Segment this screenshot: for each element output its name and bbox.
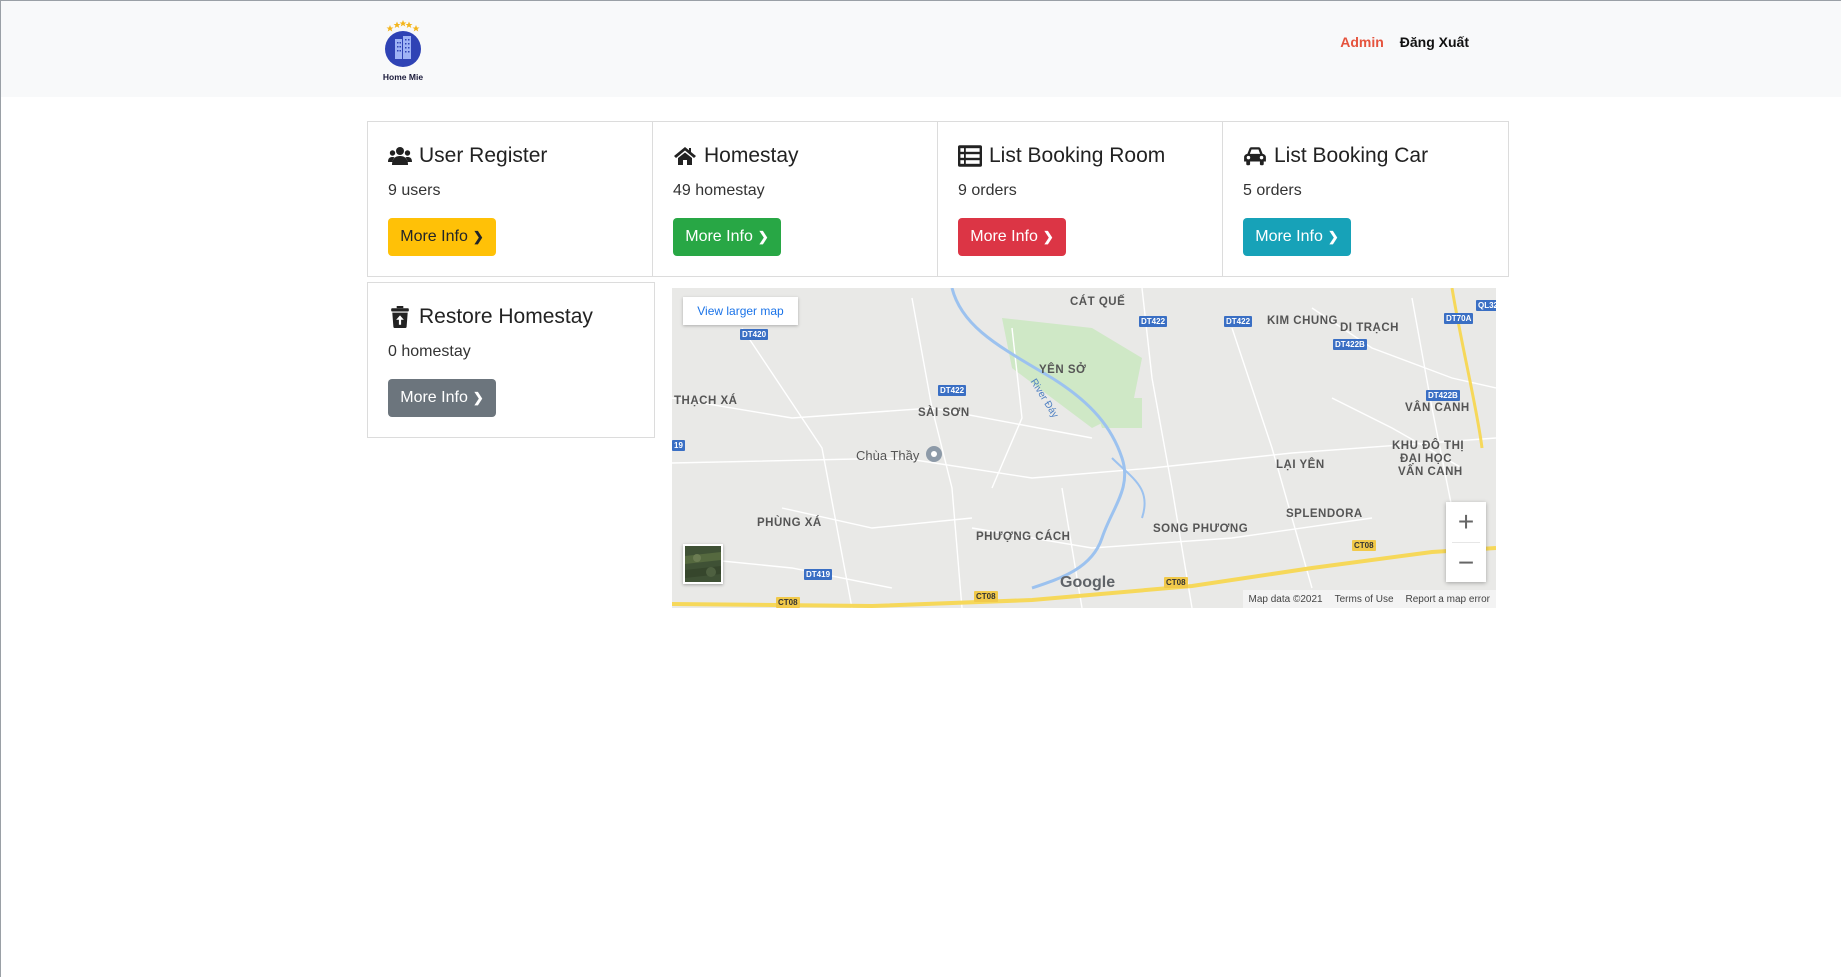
road-shield: DT422 [1224, 316, 1253, 327]
road-shield: CT08 [776, 597, 800, 608]
zoom-in-button[interactable]: + [1446, 502, 1486, 542]
map-place-label: PHÙNG XÁ [757, 517, 822, 529]
nav-admin-link[interactable]: Admin [1340, 34, 1384, 50]
view-larger-map-link[interactable]: View larger map [683, 297, 798, 325]
card-restore-homestay: Restore Homestay 0 homestay More Info ❯ [367, 282, 655, 438]
card-title-text: User Register [419, 144, 548, 167]
road-shield: 19 [672, 440, 685, 451]
terms-of-use-link[interactable]: Terms of Use [1335, 594, 1394, 605]
map-place-label: VÂN CANH [1398, 466, 1463, 478]
map-place-label: ĐẠI HỌC [1400, 453, 1453, 465]
chevron-right-icon: ❯ [757, 229, 769, 244]
card-title-text: Restore Homestay [419, 305, 593, 328]
map-place-label: VÂN CANH [1405, 402, 1470, 414]
logo-text: Home Mie [382, 72, 424, 82]
button-label: More Info [970, 228, 1038, 245]
card-title-text: List Booking Room [989, 144, 1166, 167]
road-shield: DT419 [804, 569, 833, 580]
zoom-controls: + − [1446, 502, 1486, 582]
users-icon [388, 147, 412, 165]
card-title: List Booking Room [958, 144, 1165, 168]
chevron-right-icon: ❯ [1042, 229, 1054, 244]
map-footer: Map data ©2021 Terms of Use Report a map… [1242, 590, 1496, 608]
more-info-button[interactable]: More Info ❯ [388, 379, 496, 417]
card-list-booking-car: List Booking Car 5 orders More Info ❯ [1222, 121, 1509, 277]
road-shield: DT422B [1333, 339, 1367, 350]
map-place-label: KIM CHUNG [1267, 315, 1338, 327]
map-place-label: CÁT QUẾ [1070, 296, 1126, 308]
home-mie-logo[interactable]: Home Mie [378, 15, 428, 85]
card-user-register: User Register 9 users More Info ❯ [367, 121, 653, 277]
chevron-right-icon: ❯ [1327, 229, 1339, 244]
nav-logout-link[interactable]: Đăng Xuất [1400, 34, 1469, 50]
card-count: 5 orders [1243, 182, 1302, 199]
card-list-booking-room: List Booking Room 9 orders More Info ❯ [937, 121, 1223, 277]
card-title: User Register [388, 144, 547, 168]
card-count: 0 homestay [388, 343, 471, 360]
road-shield: CT08 [1164, 577, 1188, 588]
card-title: Restore Homestay [388, 305, 593, 329]
home-icon [674, 147, 696, 165]
map-place-label: SÀI SƠN [918, 407, 970, 419]
car-icon [1244, 147, 1266, 166]
button-label: More Info [400, 228, 468, 245]
report-map-error-link[interactable]: Report a map error [1406, 594, 1490, 605]
map-place-label: Chùa Thầy [856, 448, 920, 463]
road-shield: CT08 [974, 591, 998, 602]
card-title: Homestay [673, 144, 799, 168]
satellite-toggle-button[interactable] [683, 544, 723, 584]
window-left-border [0, 0, 1, 977]
map-place-label: KHU ĐÔ THỊ [1392, 440, 1465, 452]
list-icon [958, 145, 982, 167]
card-count: 9 orders [958, 182, 1017, 199]
more-info-button[interactable]: More Info ❯ [958, 218, 1066, 256]
road-shield: DT420 [740, 329, 769, 340]
card-title: List Booking Car [1243, 144, 1428, 168]
navbar: Home Mie Admin Đăng Xuất [1, 1, 1841, 97]
map-place-label: THẠCH XÁ [674, 395, 738, 407]
trash-restore-icon [391, 306, 409, 328]
map-background [672, 288, 1496, 608]
map-place-label: YÊN SỞ [1039, 364, 1087, 376]
card-count: 9 users [388, 182, 441, 199]
satellite-thumbnail-icon [685, 546, 721, 582]
button-label: More Info [1255, 228, 1323, 245]
google-logo-text: Google [1060, 574, 1116, 591]
card-count: 49 homestay [673, 182, 765, 199]
nav-links: Admin Đăng Xuất [1340, 34, 1469, 50]
more-info-button[interactable]: More Info ❯ [673, 218, 781, 256]
map-place-label: SONG PHƯƠNG [1153, 523, 1249, 535]
map-place-label: SPLENDORA [1286, 508, 1363, 520]
map-place-label: DI TRẠCH [1340, 322, 1399, 334]
button-label: More Info [400, 389, 468, 406]
road-shield: DT422B [1426, 390, 1460, 401]
card-homestay: Homestay 49 homestay More Info ❯ [652, 121, 938, 277]
card-title-text: Homestay [704, 144, 799, 167]
card-title-text: List Booking Car [1274, 144, 1429, 167]
map-data-text: Map data ©2021 [1248, 593, 1323, 605]
google-logo: Google [1060, 574, 1115, 592]
zoom-out-button[interactable]: − [1446, 543, 1486, 583]
road-shield: DT70A [1444, 313, 1474, 324]
map-place-label: PHƯỢNG CÁCH [976, 531, 1071, 543]
chevron-right-icon: ❯ [472, 229, 484, 244]
chevron-right-icon: ❯ [472, 390, 484, 405]
road-shield: DT422 [1139, 316, 1168, 327]
button-label: More Info [685, 228, 753, 245]
more-info-button[interactable]: More Info ❯ [1243, 218, 1351, 256]
road-shield: DT422 [938, 385, 967, 396]
more-info-button[interactable]: More Info ❯ [388, 218, 496, 256]
google-map[interactable]: CÁT QUẾ KIM CHUNG DI TRẠCH YÊN SỞ THẠCH … [672, 288, 1496, 608]
map-place-label: LẠI YÊN [1276, 459, 1325, 471]
road-shield: CT08 [1352, 540, 1376, 551]
road-shield: QL32 [1476, 300, 1496, 311]
